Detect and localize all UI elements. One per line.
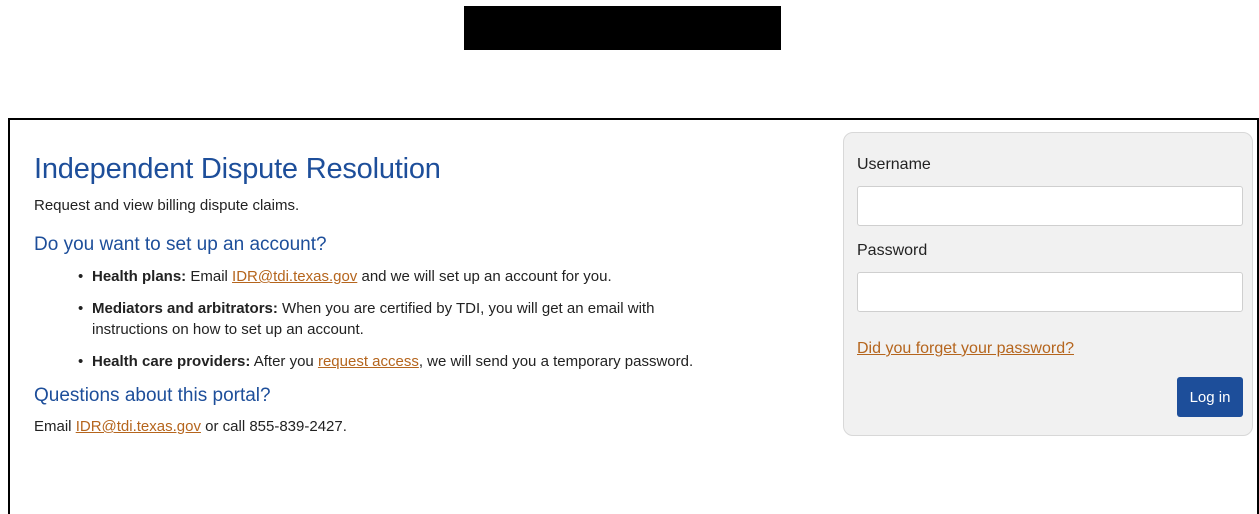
mediators-label: Mediators and arbitrators: [92, 300, 278, 317]
list-item-providers: Health care providers: After you request… [78, 351, 724, 372]
login-panel: Username Password Did you forget your pa… [843, 132, 1253, 436]
account-setup-list: Health plans: Email IDR@tdi.texas.gov an… [34, 266, 724, 372]
account-setup-heading: Do you want to set up an account? [34, 234, 327, 255]
page-subtitle: Request and view billing dispute claims. [34, 197, 300, 214]
health-plans-label: Health plans: [92, 268, 187, 285]
idr-email-link[interactable]: IDR@tdi.texas.gov [232, 268, 357, 285]
list-item-health-plans: Health plans: Email IDR@tdi.texas.gov an… [78, 266, 724, 287]
questions-heading: Questions about this portal? [34, 385, 271, 406]
contact-text-before: Email [34, 418, 76, 435]
providers-text-before: After you [250, 353, 318, 370]
portal-frame: Independent Dispute Resolution Request a… [8, 118, 1259, 514]
list-item-mediators: Mediators and arbitrators: When you are … [78, 298, 724, 340]
health-plans-text-before: Email [186, 268, 233, 285]
forgot-password-link[interactable]: Did you forget your password? [857, 339, 1074, 359]
contact-email-link[interactable]: IDR@tdi.texas.gov [76, 418, 201, 435]
request-access-link[interactable]: request access [318, 353, 419, 370]
username-input[interactable] [857, 186, 1243, 226]
password-input[interactable] [857, 272, 1243, 312]
page-title: Independent Dispute Resolution [34, 153, 441, 185]
info-column: Independent Dispute Resolution Request a… [34, 150, 734, 437]
username-label: Username [857, 156, 931, 173]
health-plans-text-after: and we will set up an account for you. [357, 268, 612, 285]
contact-text: Email IDR@tdi.texas.gov or call 855-839-… [34, 417, 734, 437]
redaction-block [464, 6, 781, 50]
contact-text-after: or call 855-839-2427. [200, 418, 347, 435]
providers-label: Health care providers: [92, 353, 251, 370]
providers-text-after: , we will send you a temporary password. [418, 353, 694, 370]
login-button[interactable]: Log in [1177, 377, 1243, 417]
password-label: Password [857, 242, 928, 259]
